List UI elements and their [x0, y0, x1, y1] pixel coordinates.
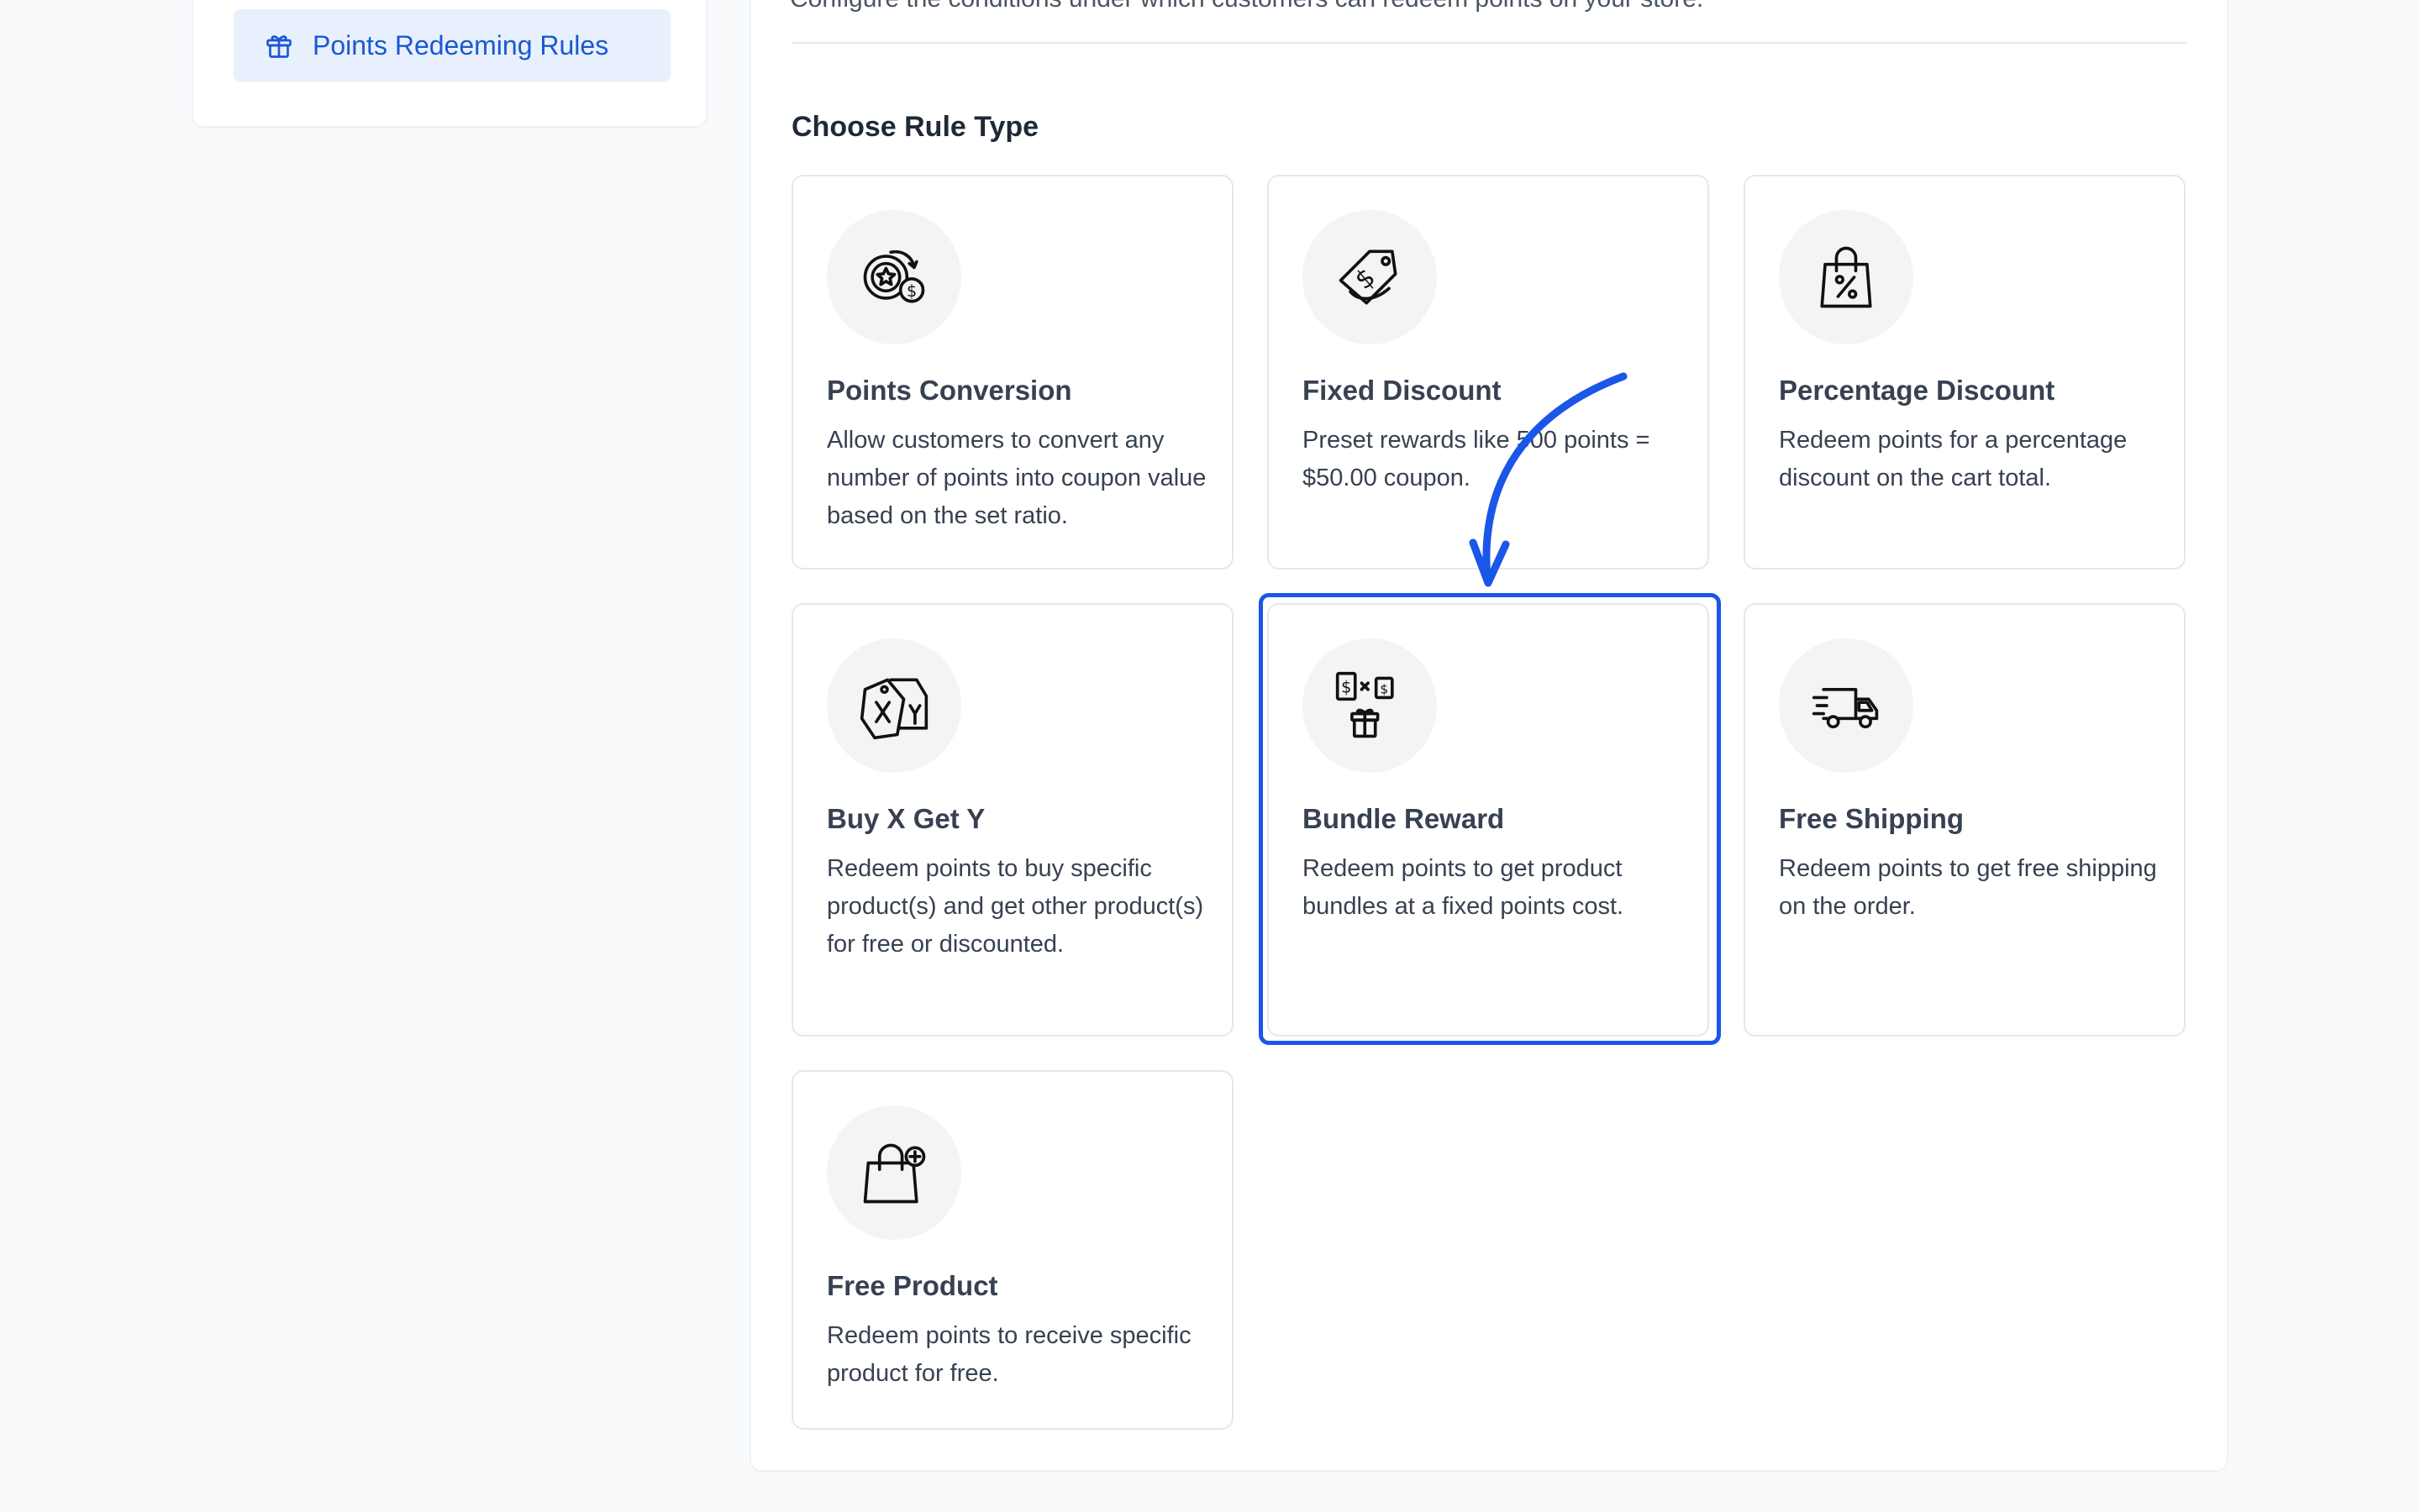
percent-bag-icon	[1779, 210, 1913, 344]
card-title: Fixed Discount	[1302, 375, 1502, 406]
section-title: Choose Rule Type	[792, 111, 1039, 143]
card-description: Redeem points for a percentage discount …	[1779, 427, 2128, 491]
rule-card-percentage-discount[interactable]: Percentage Discount Redeem points for a …	[1744, 175, 2186, 570]
card-title: Free Product	[827, 1270, 998, 1301]
divider	[792, 42, 2186, 44]
rule-card-buy-x-get-y[interactable]: Buy X Get Y Redeem points to buy specifi…	[792, 603, 1234, 1037]
card-title: Buy X Get Y	[827, 803, 986, 834]
svg-text:$: $	[1341, 678, 1351, 697]
xy-tags-icon	[827, 638, 961, 773]
points-conversion-icon: $	[827, 210, 961, 344]
svg-text:$: $	[907, 281, 917, 301]
card-title: Bundle Reward	[1302, 803, 1505, 834]
card-description: Redeem points to get product bundles at …	[1302, 855, 1624, 920]
card-title: Points Conversion	[827, 375, 1072, 406]
rule-card-bundle-reward[interactable]: $ $ Bundle Reward Redeem points to get p…	[1267, 603, 1709, 1037]
rule-card-free-product[interactable]: Free Product Redeem points to receive sp…	[792, 1070, 1234, 1430]
card-title: Free Shipping	[1779, 803, 1965, 834]
sidebar-card: Points Redeeming Rules	[192, 0, 708, 128]
rule-card-fixed-discount[interactable]: $ Fixed Discount Preset rewards like 500…	[1267, 175, 1709, 570]
rule-card-points-conversion[interactable]: $ Points Conversion Allow customers to c…	[792, 175, 1234, 570]
bag-plus-icon	[827, 1105, 961, 1240]
sidebar-item-label: Points Redeeming Rules	[313, 29, 609, 60]
card-description: Redeem points to receive specific produc…	[827, 1322, 1192, 1387]
svg-text:$: $	[1380, 682, 1388, 697]
page-subtitle: Configure the conditions under which cus…	[790, 0, 1703, 13]
card-description: Allow customers to convert any number of…	[827, 427, 1207, 529]
card-title: Percentage Discount	[1779, 375, 2055, 406]
card-description: Redeem points to buy specific product(s)…	[827, 855, 1204, 958]
gift-icon	[264, 30, 294, 60]
card-description: Preset rewards like 500 points = $50.00 …	[1302, 427, 1650, 491]
truck-icon	[1779, 638, 1913, 773]
sidebar-item-points-redeeming-rules[interactable]: Points Redeeming Rules	[234, 9, 671, 81]
rule-card-free-shipping[interactable]: Free Shipping Redeem points to get free …	[1744, 603, 2186, 1037]
bundle-icon: $ $	[1302, 638, 1437, 773]
card-description: Redeem points to get free shipping on th…	[1779, 855, 2157, 920]
dollar-tag-icon: $	[1302, 210, 1437, 344]
